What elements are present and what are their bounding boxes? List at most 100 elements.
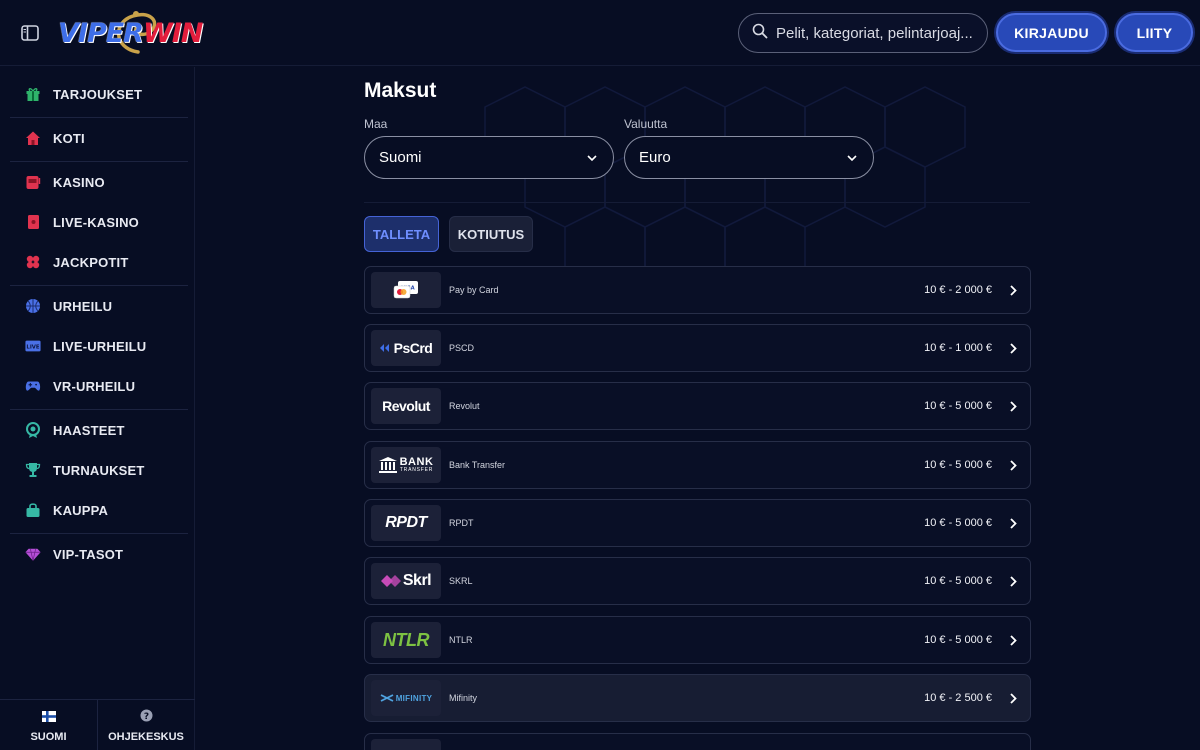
mifinity-logo: MIFINITY <box>371 680 441 716</box>
payment-method-row[interactable]: VISA Pay by Card 10 € - 2 000 € <box>364 266 1031 314</box>
sidebar-footer: SUOMI ? OHJEKESKUS <box>0 699 195 750</box>
sidebar-item-label: KAUPPA <box>53 502 109 518</box>
sidebar-item-haasteet[interactable]: HAASTEET <box>10 410 188 450</box>
rpdt-logo-text: RPDT <box>385 514 427 531</box>
chevron-right-icon <box>1002 692 1024 704</box>
sidebar-item-kauppa[interactable]: KAUPPA <box>10 490 188 530</box>
logo-win: WIN <box>142 17 203 49</box>
sidebar-item-label: KOTI <box>53 130 85 146</box>
shopping-bag-icon <box>25 502 41 518</box>
bank-logo-subtext: TRANSFER <box>399 467 434 473</box>
payment-method-row[interactable]: NTLR NTLR 10 € - 5 000 € <box>364 616 1031 664</box>
sidebar-item-label: TURNAUKSET <box>53 462 145 478</box>
cards-icon <box>25 214 41 230</box>
payment-method-row[interactable]: Skrl SKRL 10 € - 5 000 € <box>364 557 1031 605</box>
slot-machine-icon <box>25 174 41 190</box>
join-button[interactable]: LIITY <box>1116 13 1193 52</box>
sidebar-item-jackpotit[interactable]: JACKPOTIT <box>10 242 188 282</box>
brand-logo[interactable]: VIPERWIN <box>58 8 213 58</box>
payment-method-row[interactable]: MIFINITY Mifinity 10 € - 2 500 € <box>364 674 1031 722</box>
payment-method-name: RPDT <box>449 518 474 528</box>
sidebar-item-vr-urheilu[interactable]: VR-URHEILU <box>10 366 188 406</box>
search-box[interactable] <box>738 13 988 53</box>
sidebar: TARJOUKSET KOTI KASINO LIVE-KASINO JACKP… <box>0 67 195 750</box>
country-select[interactable]: Suomi <box>364 136 614 179</box>
chevron-down-icon <box>847 149 857 166</box>
live-tv-icon: LIVE <box>25 338 41 354</box>
search-input[interactable] <box>776 24 976 42</box>
ntlr-logo: NTLR <box>371 622 441 658</box>
sidebar-item-koti[interactable]: KOTI <box>10 118 188 158</box>
svg-text:LIVE: LIVE <box>26 345 40 351</box>
payment-method-range: 10 € - 2 500 € <box>924 692 992 704</box>
sidebar-item-label: TARJOUKSET <box>53 86 143 102</box>
top-header: VIPERWIN KIRJAUDU LIITY <box>0 0 1200 66</box>
clover-icon <box>25 254 41 270</box>
payment-method-row[interactable]: BANK TRANSFER Bank Transfer 10 € - 5 000… <box>364 441 1031 489</box>
chevron-right-icon <box>1002 284 1024 296</box>
payment-method-row[interactable] <box>364 733 1031 750</box>
medal-icon <box>25 422 41 438</box>
country-value: Suomi <box>379 149 422 166</box>
diamond-icon <box>25 546 41 562</box>
sidebar-item-urheilu[interactable]: URHEILU <box>10 286 188 326</box>
sidebar-item-label: VR-URHEILU <box>53 378 136 394</box>
sidebar-item-kasino[interactable]: KASINO <box>10 162 188 202</box>
sidebar-item-live-kasino[interactable]: LIVE-KASINO <box>10 202 188 242</box>
sidebar-toggle-icon[interactable] <box>20 23 40 43</box>
language-label: SUOMI <box>30 730 67 743</box>
payment-method-name: Revolut <box>449 401 480 411</box>
revolut-logo: Revolut <box>371 388 441 424</box>
payment-method-range: 10 € - 1 000 € <box>924 342 992 354</box>
tab-withdraw[interactable]: KOTIUTUS <box>449 216 533 252</box>
country-label: Maa <box>364 117 388 131</box>
tab-deposit[interactable]: TALLETA <box>364 216 439 252</box>
chevron-right-icon <box>1002 459 1024 471</box>
svg-text:?: ? <box>143 712 148 722</box>
chevron-right-icon <box>1002 517 1024 529</box>
sidebar-item-live-urheilu[interactable]: LIVE LIVE-URHEILU <box>10 326 188 366</box>
payment-method-row[interactable]: PsCrd PSCD 10 € - 1 000 € <box>364 324 1031 372</box>
payment-method-range: 10 € - 5 000 € <box>924 459 992 471</box>
payment-method-row[interactable]: RPDT RPDT 10 € - 5 000 € <box>364 499 1031 547</box>
payment-method-name: Pay by Card <box>449 285 499 295</box>
payment-method-range: 10 € - 2 000 € <box>924 284 992 296</box>
sidebar-item-tarjoukset[interactable]: TARJOUKSET <box>10 74 188 114</box>
search-icon <box>752 23 768 44</box>
card-payment-logo: VISA <box>371 272 441 308</box>
basketball-icon <box>25 298 41 314</box>
payment-method-name: SKRL <box>449 576 473 586</box>
payment-method-range: 10 € - 5 000 € <box>924 400 992 412</box>
sidebar-item-vip-tasot[interactable]: VIP-TASOT <box>10 534 188 574</box>
payment-method-range: 10 € - 5 000 € <box>924 575 992 587</box>
skrl-diamond-icon <box>380 575 401 587</box>
login-button[interactable]: KIRJAUDU <box>996 13 1107 52</box>
currency-select[interactable]: Euro <box>624 136 874 179</box>
sidebar-item-label: VIP-TASOT <box>53 546 124 562</box>
help-center-link[interactable]: ? OHJEKESKUS <box>97 700 194 750</box>
payment-method-logo <box>371 739 441 750</box>
payment-method-row[interactable]: Revolut Revolut 10 € - 5 000 € <box>364 382 1031 430</box>
section-divider <box>364 202 1030 203</box>
chevron-down-icon <box>587 149 597 166</box>
bank-icon <box>378 457 397 473</box>
payment-method-range: 10 € - 5 000 € <box>924 634 992 646</box>
sidebar-item-label: URHEILU <box>53 298 113 314</box>
brand-wordmark: VIPERWIN <box>58 17 203 49</box>
finland-flag-icon <box>41 709 56 727</box>
payment-method-name: Bank Transfer <box>449 460 506 470</box>
language-selector[interactable]: SUOMI <box>0 700 97 750</box>
gamepad-icon <box>25 378 41 394</box>
rpdt-logo: RPDT <box>371 505 441 541</box>
sidebar-item-label: LIVE-KASINO <box>53 214 139 230</box>
sidebar-item-turnaukset[interactable]: TURNAUKSET <box>10 450 188 490</box>
trophy-icon <box>25 462 41 478</box>
sidebar-item-label: LIVE-URHEILU <box>53 338 147 354</box>
pscrd-logo: PsCrd <box>371 330 441 366</box>
logo-viper: VIPER <box>58 17 144 49</box>
mifinity-logo-text: MIFINITY <box>395 693 433 703</box>
payment-method-name: Mifinity <box>449 693 478 703</box>
gift-icon <box>25 86 41 102</box>
skrl-logo-text: Skrl <box>402 572 432 589</box>
revolut-logo-text: Revolut <box>382 398 430 414</box>
